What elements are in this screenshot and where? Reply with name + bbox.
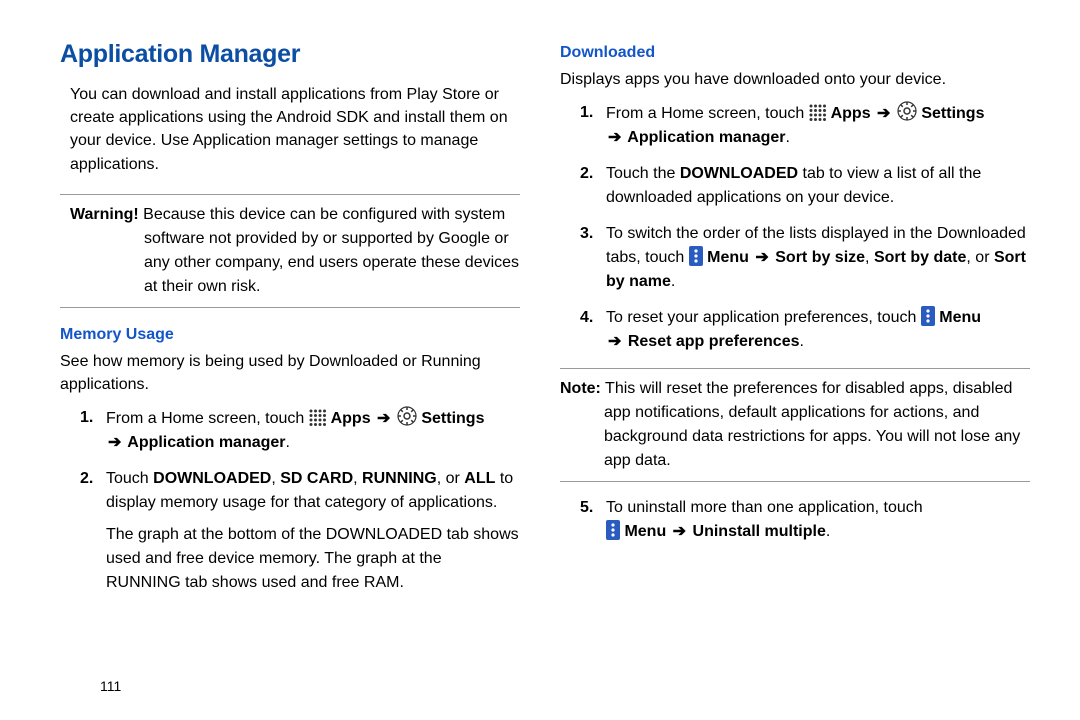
step-item: To switch the order of the lists display… — [580, 222, 1030, 294]
apps-icon — [309, 409, 327, 427]
page-number: 111 — [100, 678, 121, 694]
right-column: Downloaded Displays apps you have downlo… — [550, 40, 1040, 700]
step-item: From a Home screen, touch Apps ➔ Setting… — [580, 101, 1030, 150]
apps-icon — [809, 104, 827, 122]
downloaded-intro: Displays apps you have downloaded onto y… — [560, 68, 1030, 91]
settings-icon — [897, 101, 917, 121]
memory-intro: See how memory is being used by Download… — [60, 350, 520, 396]
downloaded-steps: From a Home screen, touch Apps ➔ Setting… — [560, 101, 1030, 354]
left-column: Application Manager You can download and… — [60, 40, 550, 700]
page-title: Application Manager — [60, 40, 520, 69]
memory-steps: From a Home screen, touch Apps ➔ Setting… — [60, 406, 520, 515]
memory-usage-heading: Memory Usage — [60, 326, 520, 344]
note-body: This will reset the preferences for disa… — [601, 380, 1020, 469]
note-label: Note: — [560, 380, 601, 397]
settings-icon — [397, 406, 417, 426]
step-item: To reset your application preferences, t… — [580, 306, 1030, 354]
intro-paragraph: You can download and install application… — [70, 83, 520, 176]
menu-icon — [606, 520, 620, 540]
downloaded-steps-cont: To uninstall more than one application, … — [560, 496, 1030, 544]
step-item: Touch DOWNLOADED, SD CARD, RUNNING, or A… — [80, 467, 520, 515]
warning-block: Warning! Because this device can be conf… — [60, 194, 520, 308]
note-block: Note: This will reset the preferences fo… — [560, 368, 1030, 482]
warning-body: Because this device can be configured wi… — [139, 206, 519, 295]
warning-label: Warning! — [70, 206, 139, 223]
step-item: From a Home screen, touch Apps ➔ Setting… — [80, 406, 520, 455]
downloaded-heading: Downloaded — [560, 44, 1030, 62]
step-item: To uninstall more than one application, … — [580, 496, 1030, 544]
menu-icon — [921, 306, 935, 326]
step-item: Touch the DOWNLOADED tab to view a list … — [580, 162, 1030, 210]
memory-followup: The graph at the bottom of the DOWNLOADE… — [60, 523, 520, 595]
menu-icon — [689, 246, 703, 266]
